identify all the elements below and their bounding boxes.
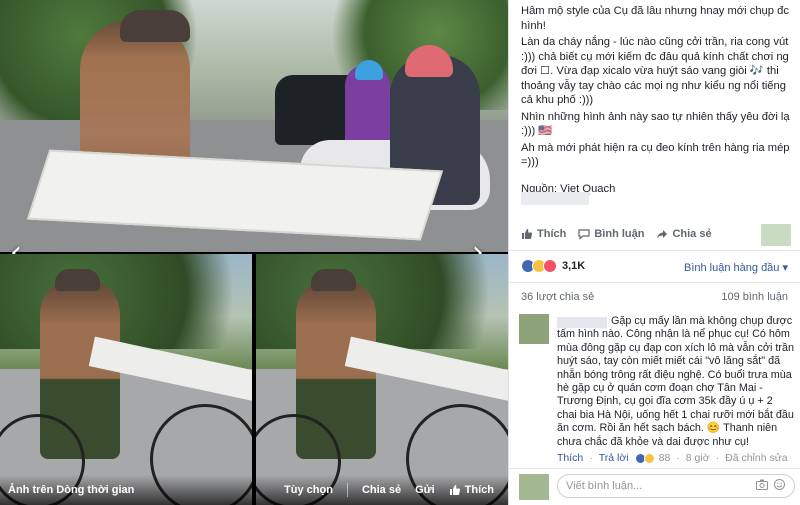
comment-sort-dropdown[interactable]: Bình luận hàng đầu ▾ [684,261,788,274]
post-paragraph: Ah mà mới phát hiện ra cụ đeo kính trên … [521,141,790,169]
share-button[interactable]: Chia sẻ [656,228,712,240]
like-label: Thích [464,484,494,496]
like-photo-button[interactable]: Thích [449,484,494,496]
avatar[interactable] [519,314,549,344]
send-label: Gửi [415,484,435,496]
composer-icons [756,479,785,490]
comment-reply-link[interactable]: Trả lời [599,452,629,464]
man-hat [120,10,190,42]
camera-icon[interactable] [756,479,768,490]
dot-separator: · [676,452,680,464]
share-label: Chia sẻ [361,484,402,496]
dot-separator: · [589,452,593,464]
comment-icon [578,229,590,240]
like-label: Thích [537,228,567,240]
comment-composer: Viết bình luận... [519,472,795,500]
haha-reaction-icon [643,452,655,464]
comment-text: Gặp cụ mấy lần mà không chụp được tấm hì… [557,315,794,448]
reaction-count: 3,1K [562,260,586,272]
post-body: Hâm mộ style của Cụ đã lâu nhưng hnay mớ… [521,4,793,198]
share-label: Chia sẻ [672,228,712,240]
dot-separator: · [715,452,720,464]
comment-count[interactable]: 109 bình luận [721,291,788,303]
options-button[interactable]: Tùy chọn [284,484,333,496]
post-paragraph: Hâm mộ style của Cụ đã lâu nhưng hnay mớ… [521,5,789,32]
redacted-text [521,192,589,205]
comment-reactions[interactable] [634,452,655,464]
comment-time[interactable]: 8 giờ [686,452,710,464]
page-avatar[interactable] [761,224,791,246]
avatar [519,474,549,500]
driver-hat [55,269,100,291]
share-count[interactable]: 36 lượt chia sẻ [521,291,594,303]
emoji-icon[interactable] [774,479,785,490]
post-paragraph: Làn da cháy nắng - lúc nào cũng cởi trần… [521,36,789,106]
love-reaction-icon [543,259,557,273]
comment-label: Bình luận [594,228,645,240]
thumbs-up-icon [522,229,533,239]
share-icon [657,230,668,239]
divider [346,483,348,497]
comment-meta: Thích · Trả lời 88 · 8 giờ · Đã chỉnh sử… [557,452,788,464]
divider [509,250,800,251]
post-paragraph: Nhìn những hình ảnh này sao tự nhiên thấ… [521,110,790,138]
photo-thumbnail[interactable] [256,254,508,505]
post-panel: Hâm mộ style của Cụ đã lâu nhưng hnay mớ… [508,0,800,505]
driver-hat [311,269,356,291]
thumbs-up-icon [449,485,460,495]
album-link[interactable]: Ảnh trên Dòng thời gian [8,484,284,496]
post-actions: Thích Bình luận Chia sẻ [521,224,793,246]
comment-edited[interactable]: Đã chỉnh sửa [725,452,787,464]
divider [509,468,800,469]
comment-like-link[interactable]: Thích [557,452,583,464]
reaction-summary[interactable]: 3,1K [521,259,585,273]
child-helmet [355,60,383,80]
photo-bottom-bar: Ảnh trên Dòng thời gian Tùy chọn Chia sẻ… [0,475,508,505]
comment-button[interactable]: Bình luận [578,228,644,240]
photo-thumbnail[interactable] [0,254,252,505]
main-photo[interactable] [0,0,508,252]
share-photo-button[interactable]: Chia sẻ [362,484,401,496]
send-button[interactable]: Gửi [415,484,435,496]
options-label: Tùy chọn [284,484,333,496]
divider [509,282,800,283]
trees [256,254,508,349]
comment-reaction-count: 88 [658,452,671,464]
trees [0,254,252,349]
like-button[interactable]: Thích [521,228,566,240]
photo-viewer: ‹ › Ảnh trên Dòng thời gian Tùy chọn Chi… [0,0,508,505]
